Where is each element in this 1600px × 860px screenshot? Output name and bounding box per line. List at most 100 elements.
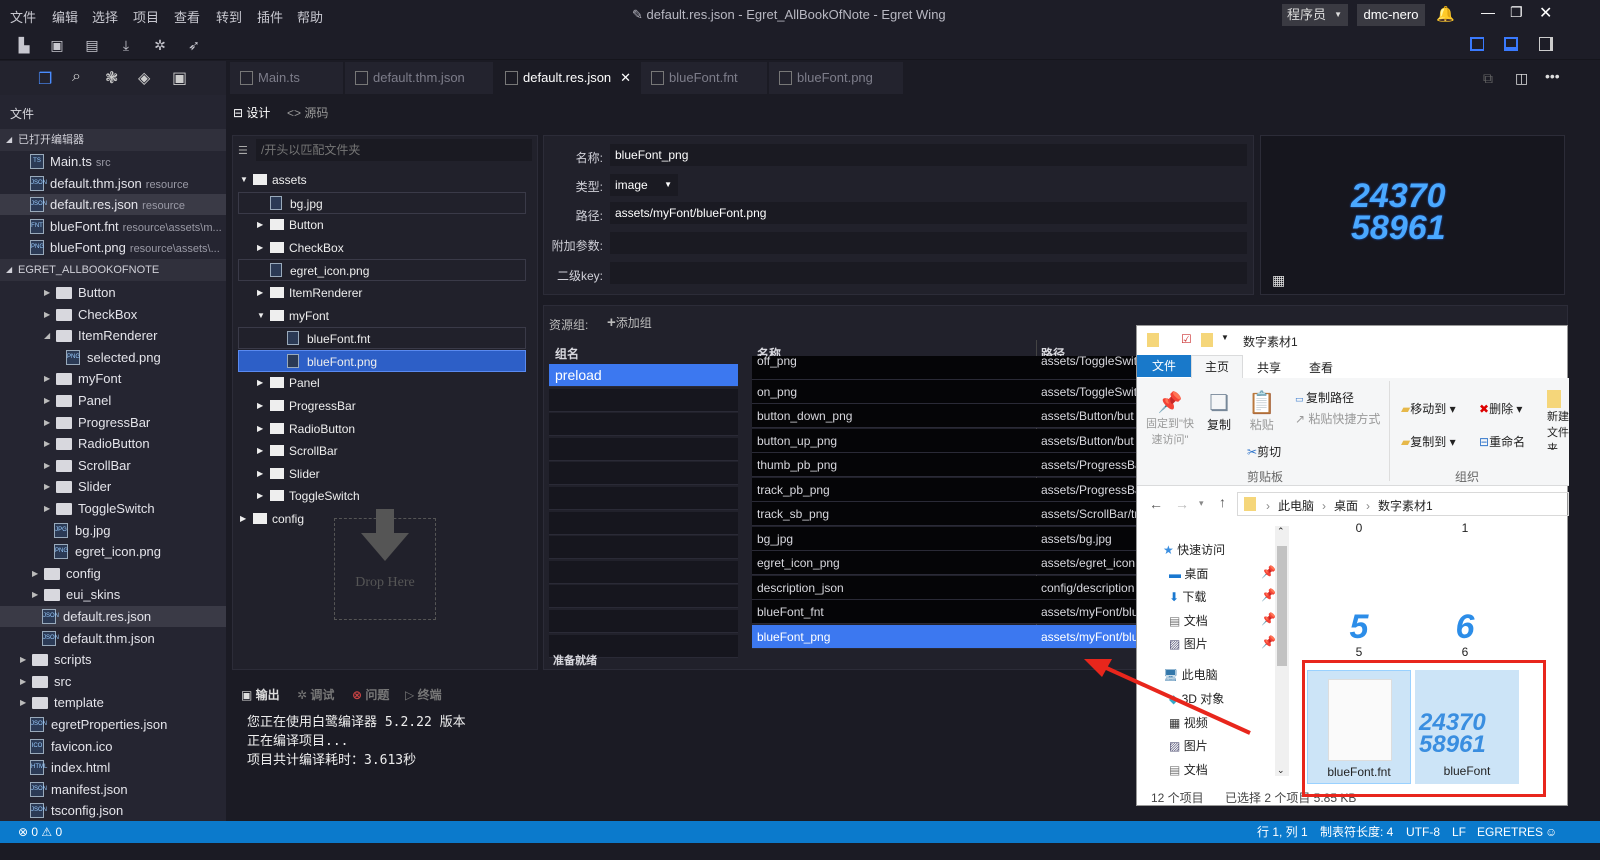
collapsed-arrow-icon[interactable]: ▶ <box>257 463 263 485</box>
type-select[interactable]: image ▼ <box>610 174 678 196</box>
nav-item[interactable]: ▬ 桌面 📌 <box>1169 565 1279 582</box>
toggle-sidebar-icon[interactable] <box>1470 37 1484 51</box>
collapsed-arrow-icon[interactable]: ▶ <box>44 304 50 325</box>
save-icon[interactable]: ▣ <box>49 37 65 53</box>
extensions-icon[interactable]: ❃ <box>105 68 118 88</box>
asset-tree-item[interactable]: ▶ Panel <box>238 372 526 394</box>
menu-item[interactable]: 转到 <box>216 7 242 26</box>
project-tree-item[interactable]: ▶ src <box>0 671 226 692</box>
collapsed-arrow-icon[interactable]: ▶ <box>257 418 263 440</box>
problems-indicator[interactable]: ⊗ 0 ⚠ 0 <box>18 821 62 843</box>
project-tree-item[interactable]: ▶ template <box>0 692 226 713</box>
collapsed-arrow-icon[interactable]: ▶ <box>20 692 26 713</box>
user-button[interactable]: dmc-nero <box>1357 4 1425 26</box>
collapsed-arrow-icon[interactable]: ▶ <box>20 649 26 670</box>
editor-tab[interactable]: blueFont.fnt <box>641 62 767 94</box>
collapsed-arrow-icon[interactable]: ▶ <box>257 282 263 304</box>
editor-tab[interactable]: default.res.json ✕ <box>495 62 639 94</box>
source-tab[interactable]: <> 源码 <box>287 104 328 121</box>
compare-icon[interactable]: ⧉ <box>1483 70 1493 87</box>
nav-item[interactable]: ★ 快速访问 <box>1163 541 1273 558</box>
asset-tree-item[interactable]: bg.jpg <box>238 191 526 214</box>
language-mode[interactable]: EGRETRES <box>1477 821 1543 843</box>
open-editor-item[interactable]: TS Main.ts src <box>0 151 226 172</box>
project-tree-item[interactable]: ICO favicon.ico <box>0 736 226 757</box>
open-editors-header[interactable]: ◢ 已打开编辑器 <box>0 129 226 151</box>
extra-params-field[interactable] <box>610 232 1247 254</box>
resource-row[interactable]: blueFont_png assets/myFont/blu <box>752 624 1137 649</box>
close-tab-icon[interactable]: ✕ <box>620 62 631 94</box>
menu-item[interactable]: 选择 <box>92 7 118 26</box>
group-row[interactable]: preload <box>549 364 738 387</box>
minimize-icon[interactable]: — <box>1481 4 1495 20</box>
collapsed-arrow-icon[interactable]: ▶ <box>257 214 263 236</box>
open-editor-item[interactable]: JSON default.thm.json resource <box>0 173 226 194</box>
run-icon[interactable]: ➶ <box>186 37 202 53</box>
expanded-arrow-icon[interactable]: ▼ <box>240 169 248 191</box>
path-field[interactable]: assets/myFont/blueFont.png <box>610 202 1247 224</box>
project-tree-item[interactable]: JSON egretProperties.json <box>0 714 226 735</box>
paste-shortcut-button[interactable]: ↗ 粘贴快捷方式 <box>1295 410 1380 427</box>
project-tree-item[interactable]: ▶ myFont <box>0 368 226 389</box>
expanded-arrow-icon[interactable]: ▼ <box>257 305 265 327</box>
add-group-button[interactable]: +添加组 <box>607 314 652 331</box>
editor-tab[interactable]: Main.ts <box>230 62 343 94</box>
editor-tab[interactable]: blueFont.png <box>769 62 903 94</box>
collapsed-arrow-icon[interactable]: ▶ <box>257 485 263 507</box>
asset-tree-item[interactable]: ▶ Slider <box>238 463 526 485</box>
group-row[interactable] <box>549 388 738 412</box>
collapsed-arrow-icon[interactable]: ▶ <box>44 412 50 433</box>
role-select[interactable]: 程序员 ▼ <box>1282 4 1348 26</box>
search-icon[interactable]: ⌕ <box>72 68 81 86</box>
collapsed-arrow-icon[interactable]: ▶ <box>257 372 263 394</box>
project-tree-item[interactable]: JPG bg.jpg <box>0 520 226 541</box>
nav-item[interactable]: ⬇ 下载 📌 <box>1169 588 1279 605</box>
project-tree-item[interactable]: JSON default.thm.json <box>0 628 226 649</box>
nav-item[interactable]: ▤ 文档 📌 <box>1169 612 1279 629</box>
collapsed-arrow-icon[interactable]: ▶ <box>44 455 50 476</box>
feedback-icon[interactable]: ☺ <box>1545 821 1557 843</box>
properties-icon[interactable]: ☑ <box>1181 332 1192 346</box>
project-tree-item[interactable]: JSON manifest.json <box>0 779 226 800</box>
collapsed-arrow-icon[interactable]: ▶ <box>44 433 50 454</box>
toggle-panel-icon[interactable] <box>1504 37 1518 51</box>
resources-icon[interactable]: ▣ <box>172 68 187 88</box>
pin-quick-access-button[interactable]: 📌 固定到"快速访问" <box>1145 390 1195 447</box>
tab-size[interactable]: 制表符长度: 4 <box>1320 821 1393 843</box>
asset-tree-item[interactable]: ▶ ScrollBar <box>238 440 526 462</box>
project-tree-item[interactable]: JSON tsconfig.json <box>0 800 226 821</box>
new-folder-button[interactable]: 新建文件夹 <box>1547 390 1571 450</box>
editor-tab[interactable]: default.thm.json <box>345 62 493 94</box>
paste-button[interactable]: 📋 粘贴 <box>1248 390 1275 433</box>
menu-item[interactable]: 帮助 <box>297 7 323 26</box>
project-tree-item[interactable]: ▶ ScrollBar <box>0 455 226 476</box>
project-tree-item[interactable]: PNG selected.png <box>0 347 226 368</box>
asset-tree-item[interactable]: ▶ config <box>238 508 526 530</box>
cursor-position[interactable]: 行 1, 列 1 <box>1257 821 1308 843</box>
git-icon[interactable]: ◈ <box>138 68 150 88</box>
project-tree-item[interactable]: ▶ Slider <box>0 476 226 497</box>
resource-row[interactable]: description_json config/description <box>752 575 1137 600</box>
tab-problems[interactable]: ⊗ 问题 <box>352 686 389 703</box>
subkey-field[interactable] <box>610 262 1247 284</box>
tab-terminal[interactable]: ▷ 终端 <box>405 686 442 703</box>
asset-tree-item[interactable]: ▶ RadioButton <box>238 418 526 440</box>
project-tree-item[interactable]: ▶ scripts <box>0 649 226 670</box>
file-tile[interactable]: 0 <box>1339 521 1379 535</box>
asset-tree-item[interactable]: egret_icon.png <box>238 259 526 282</box>
breadcrumb-item[interactable]: › 数字素材1 <box>1366 499 1433 513</box>
up-icon[interactable]: ↑ <box>1219 494 1226 510</box>
resource-row[interactable]: egret_icon_png assets/egret_icon.p <box>752 551 1137 575</box>
restore-icon[interactable]: ❐ <box>1510 4 1523 21</box>
group-row[interactable] <box>549 437 738 461</box>
resource-row[interactable]: button_down_png assets/Button/but <box>752 404 1137 428</box>
collapsed-arrow-icon[interactable]: ▶ <box>44 498 50 519</box>
resource-row[interactable]: bg_jpg assets/bg.jpg <box>752 526 1137 551</box>
open-editor-item[interactable]: FNT blueFont.fnt resource\assets\m... <box>0 216 226 237</box>
files-icon[interactable]: ❐ <box>38 69 52 89</box>
chevron-down-icon[interactable]: ▼ <box>1221 333 1229 342</box>
project-tree-item[interactable]: ◢ ItemRenderer <box>0 325 226 346</box>
address-bar[interactable]: › 此电脑 › 桌面 › 数字素材1 <box>1237 492 1569 516</box>
asset-tree-item[interactable]: ▶ Button <box>238 214 526 236</box>
encoding[interactable]: UTF-8 <box>1406 821 1440 843</box>
